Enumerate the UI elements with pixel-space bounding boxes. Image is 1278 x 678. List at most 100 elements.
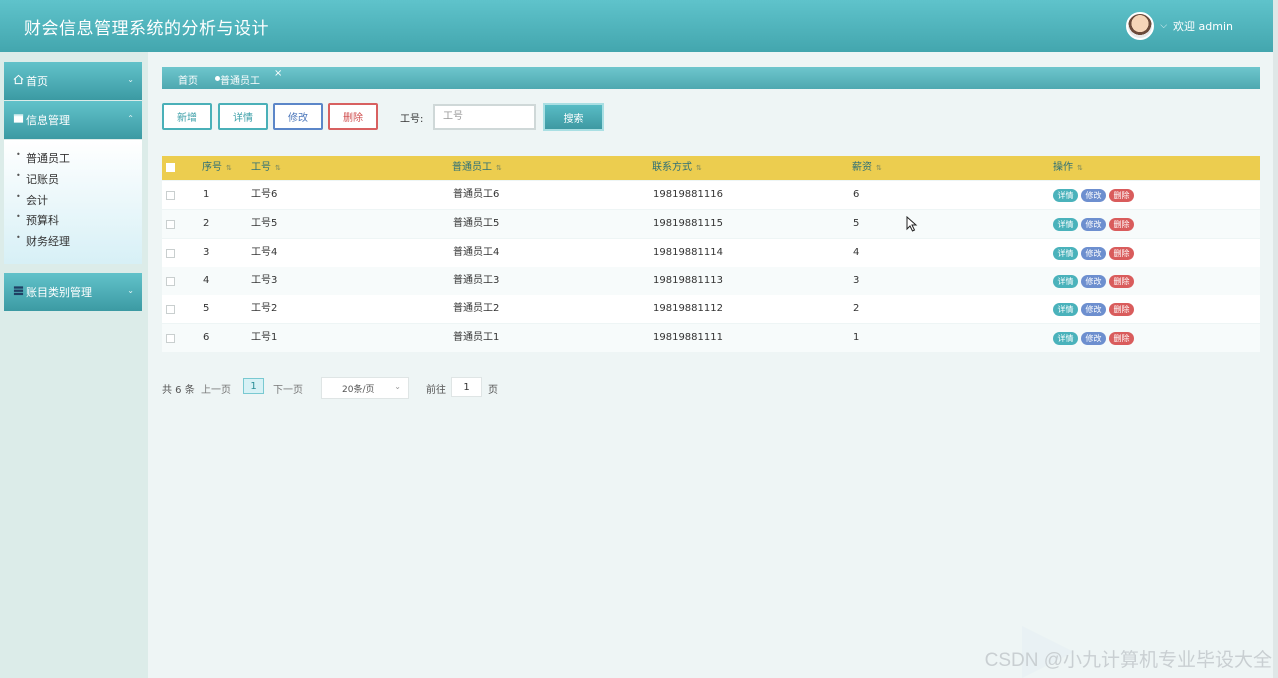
search-button[interactable]: 搜索 <box>543 103 604 131</box>
document-icon <box>13 114 24 123</box>
row-checkbox[interactable] <box>166 305 175 314</box>
row-edit-button[interactable]: 修改 <box>1081 189 1106 202</box>
cell-salary: 1 <box>853 332 860 343</box>
breadcrumb-home[interactable]: 首页 <box>178 72 198 87</box>
avatar[interactable] <box>1126 12 1155 40</box>
cell-no: 2 <box>203 218 210 229</box>
table-header: 序号 ⇅ 工号 ⇅ 普通员工 ⇅ 联系方式 ⇅ 薪资 ⇅ 操作 ⇅ <box>162 156 1260 180</box>
cell-phone: 19819881116 <box>653 189 723 200</box>
row-edit-button[interactable]: 修改 <box>1081 247 1106 260</box>
mouse-cursor-icon <box>906 216 918 232</box>
row-delete-button[interactable]: 删除 <box>1109 218 1134 231</box>
goto-page-input[interactable]: 1 <box>451 377 482 397</box>
sidebar-item-label: 账目类别管理 <box>26 286 92 299</box>
select-all-checkbox[interactable] <box>166 163 175 172</box>
cell-name: 普通员工1 <box>453 332 500 343</box>
submenu-item-staff[interactable]: 普通员工 <box>16 150 70 166</box>
detail-button[interactable]: 详情 <box>218 103 268 130</box>
cell-id: 工号2 <box>251 303 278 314</box>
sidebar-item-info-management[interactable]: 信息管理 ⌃ <box>4 101 142 139</box>
submenu-item-accountant[interactable]: 会计 <box>16 192 48 208</box>
add-button[interactable]: 新增 <box>162 103 212 130</box>
tab-current[interactable]: 普通员工 <box>220 72 260 87</box>
row-checkbox[interactable] <box>166 277 175 286</box>
row-edit-button[interactable]: 修改 <box>1081 275 1106 288</box>
cell-no: 3 <box>203 247 210 258</box>
submenu-item-bookkeeper[interactable]: 记账员 <box>16 171 59 187</box>
cell-id: 工号3 <box>251 275 278 286</box>
page-unit-label: 页 <box>488 385 498 396</box>
sidebar-item-home[interactable]: 首页 ⌄ <box>4 62 142 100</box>
chevron-up-icon: ⌃ <box>127 114 134 123</box>
user-menu[interactable]: ⌵ 欢迎 admin <box>1126 12 1233 40</box>
table-row: 6 工号1 普通员工1 19819881111 1 详情 修改 删除 <box>162 324 1260 352</box>
sidebar-item-label: 首页 <box>26 75 48 88</box>
table-row: 4 工号3 普通员工3 19819881113 3 详情 修改 删除 <box>162 267 1260 295</box>
chevron-down-icon: ⌄ <box>127 286 134 295</box>
sidebar-item-account-category[interactable]: 账目类别管理 ⌄ <box>4 273 142 311</box>
row-delete-button[interactable]: 删除 <box>1109 247 1134 260</box>
table-row: 2 工号5 普通员工5 19819881115 5 详情 修改 删除 <box>162 210 1260 238</box>
cell-salary: 2 <box>853 303 860 314</box>
row-detail-button[interactable]: 详情 <box>1053 303 1078 316</box>
cell-salary: 4 <box>853 247 860 258</box>
column-header[interactable]: 工号 ⇅ <box>251 156 281 180</box>
prev-page-button[interactable]: 上一页 <box>201 381 231 396</box>
delete-button[interactable]: 删除 <box>328 103 378 130</box>
chevron-down-icon: ⌄ <box>127 75 134 84</box>
employee-id-input[interactable]: 工号 <box>433 104 536 130</box>
breadcrumb: 首页 普通员工 × <box>162 67 1260 89</box>
page-scrollbar[interactable] <box>1273 0 1278 678</box>
table-row: 3 工号4 普通员工4 19819881114 4 详情 修改 删除 <box>162 239 1260 267</box>
cell-name: 普通员工3 <box>453 275 500 286</box>
pagination-total: 共 6 条 <box>162 385 195 396</box>
row-checkbox[interactable] <box>166 249 175 258</box>
cell-id: 工号5 <box>251 218 278 229</box>
cell-no: 5 <box>203 303 210 314</box>
column-header[interactable]: 薪资 ⇅ <box>852 156 882 180</box>
row-delete-button[interactable]: 删除 <box>1109 189 1134 202</box>
row-checkbox[interactable] <box>166 191 175 200</box>
list-icon <box>13 286 24 296</box>
edit-button[interactable]: 修改 <box>273 103 323 130</box>
row-delete-button[interactable]: 删除 <box>1109 332 1134 345</box>
submenu-item-finance-manager[interactable]: 财务经理 <box>16 233 70 249</box>
cell-id: 工号4 <box>251 247 278 258</box>
page-number-button[interactable]: 1 <box>243 378 264 394</box>
row-detail-button[interactable]: 详情 <box>1053 275 1078 288</box>
row-delete-button[interactable]: 删除 <box>1109 275 1134 288</box>
cell-id: 工号6 <box>251 189 278 200</box>
row-edit-button[interactable]: 修改 <box>1081 218 1106 231</box>
close-icon[interactable]: × <box>274 68 282 79</box>
row-detail-button[interactable]: 详情 <box>1053 189 1078 202</box>
cell-salary: 5 <box>853 218 860 229</box>
cell-no: 4 <box>203 275 210 286</box>
submenu-item-budget[interactable]: 预算科 <box>16 212 59 228</box>
filter-label: 工号: <box>400 114 424 125</box>
column-header[interactable]: 序号 ⇅ <box>202 156 232 180</box>
row-detail-button[interactable]: 详情 <box>1053 247 1078 260</box>
welcome-text[interactable]: 欢迎 admin <box>1173 18 1233 34</box>
row-detail-button[interactable]: 详情 <box>1053 218 1078 231</box>
row-checkbox[interactable] <box>166 334 175 343</box>
row-delete-button[interactable]: 删除 <box>1109 303 1134 316</box>
row-edit-button[interactable]: 修改 <box>1081 303 1106 316</box>
column-header[interactable]: 普通员工 ⇅ <box>452 156 502 180</box>
chevron-down-icon: ⌄ <box>394 382 401 391</box>
goto-label: 前往 <box>426 385 446 396</box>
submenu-info-management: 普通员工 记账员 会计 预算科 财务经理 <box>4 140 142 264</box>
top-header: 财会信息管理系统的分析与设计 ⌵ 欢迎 admin <box>0 0 1273 52</box>
cell-phone: 19819881115 <box>653 218 723 229</box>
cell-no: 1 <box>203 189 210 200</box>
page-size-select[interactable]: 20条/页 ⌄ <box>321 377 409 399</box>
row-edit-button[interactable]: 修改 <box>1081 332 1106 345</box>
row-checkbox[interactable] <box>166 220 175 229</box>
column-header[interactable]: 操作 ⇅ <box>1053 156 1083 180</box>
row-detail-button[interactable]: 详情 <box>1053 332 1078 345</box>
cell-id: 工号1 <box>251 332 278 343</box>
next-page-button[interactable]: 下一页 <box>273 381 303 396</box>
table-row: 1 工号6 普通员工6 19819881116 6 详情 修改 删除 <box>162 181 1260 209</box>
chevron-down-icon[interactable]: ⌵ <box>1160 21 1167 31</box>
column-header[interactable]: 联系方式 ⇅ <box>652 156 702 180</box>
table-row: 5 工号2 普通员工2 19819881112 2 详情 修改 删除 <box>162 295 1260 323</box>
